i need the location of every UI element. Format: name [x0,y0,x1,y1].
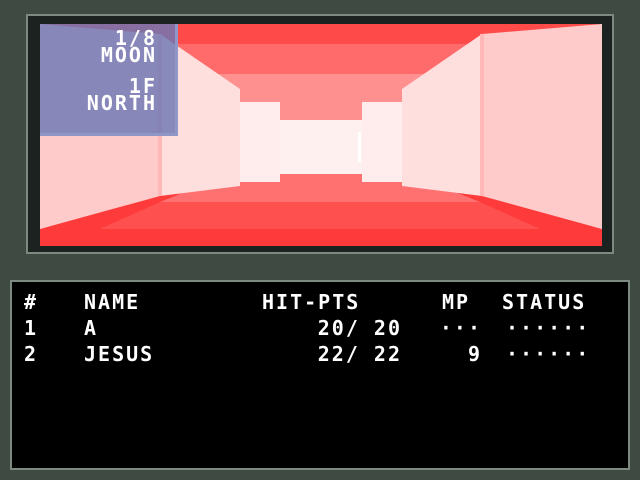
corridor-light [358,132,361,162]
location-info: 1/8 MOON 1F NORTH [40,24,178,136]
game-screen: 1/8 MOON 1F NORTH # NAME HIT-PTS MP STAT… [0,0,640,480]
header-mp: MP [442,290,471,314]
member-num: 1 [24,316,39,340]
right-wall-near [482,24,602,229]
member-status: ······ [506,342,591,366]
member-status: ······ [506,316,591,340]
corridor-end [280,120,362,174]
wall-edge-right [480,34,484,196]
header-status: STATUS [502,290,587,314]
direction-label: NORTH [86,91,157,115]
left-wall-far [240,102,280,182]
member-hp: 20/ 20 [317,316,402,340]
party-status-panel: # NAME HIT-PTS MP STATUS 1 A 20/ 20 ··· … [10,280,630,470]
member-hp: 22/ 22 [317,342,402,366]
member-num: 2 [24,342,39,366]
moon-label: MOON [100,43,157,67]
member-name[interactable]: JESUS [84,344,154,364]
header-num: # [24,290,39,314]
dungeon-view: 1/8 MOON 1F NORTH [40,24,602,246]
member-mp: ··· [439,316,482,340]
member-name[interactable]: A [84,318,98,338]
header-hit-pts: HIT-PTS [262,290,361,314]
member-mp: 9 [467,342,482,366]
header-name: NAME [84,290,141,314]
right-wall-far [362,102,402,182]
